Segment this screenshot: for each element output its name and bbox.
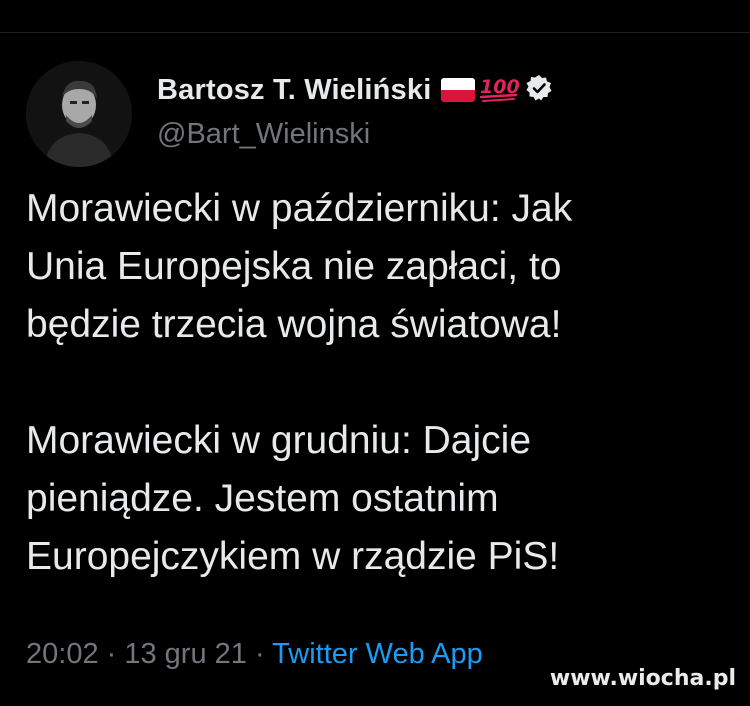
top-divider (0, 32, 750, 33)
author-handle[interactable]: @Bart_Wielinski (157, 118, 370, 151)
verified-badge-icon (525, 74, 553, 107)
tweet-time[interactable]: 20:02 (26, 638, 99, 670)
tweet-text: Morawiecki w październiku: Jak Unia Euro… (26, 180, 741, 586)
tweet-source-link[interactable]: Twitter Web App (272, 638, 483, 670)
tweet-meta-row: 20:02 · 13 gru 21 · Twitter Web App (26, 638, 483, 671)
tweet-paragraph: Morawiecki w grudniu: Dajcie pieniądze. … (26, 419, 560, 578)
author-display-name[interactable]: Bartosz T. Wieliński (157, 74, 431, 107)
tweet-paragraph: Morawiecki w październiku: Jak Unia Euro… (26, 187, 573, 346)
poland-flag-icon (441, 78, 476, 102)
hundred-points-icon: 100 (479, 73, 520, 108)
avatar-photo-icon (26, 61, 132, 167)
avatar[interactable] (26, 61, 132, 167)
site-watermark: www.wiocha.pl (549, 666, 736, 691)
meta-separator: · (98, 638, 125, 670)
tweet-date[interactable]: 13 gru 21 (124, 638, 247, 670)
author-name-row: Bartosz T. Wieliński 100 (157, 70, 553, 110)
meta-separator: · (246, 638, 273, 670)
